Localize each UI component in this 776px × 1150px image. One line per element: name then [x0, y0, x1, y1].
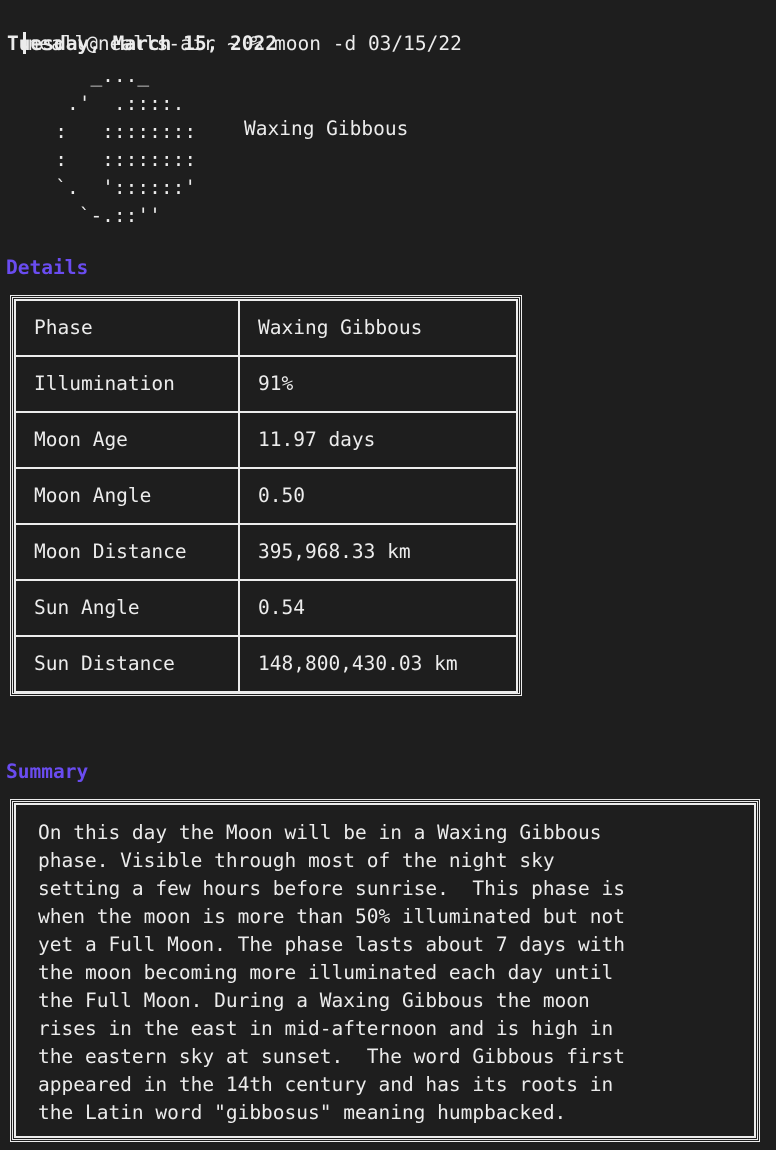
row-value: 148,800,430.03 km	[238, 635, 518, 693]
table-row: Phase Waxing Gibbous	[14, 299, 518, 357]
row-value: 11.97 days	[238, 411, 518, 469]
summary-box: On this day the Moon will be in a Waxing…	[10, 799, 760, 1142]
summary-line: On this day the Moon will be in a Waxing…	[38, 821, 602, 844]
table-row: Moon Age 11.97 days	[14, 411, 518, 469]
summary-line: appeared in the 14th century and has its…	[38, 1073, 614, 1096]
table-row: Moon Angle 0.50	[14, 467, 518, 525]
summary-heading: Summary	[6, 760, 89, 783]
row-value: Waxing Gibbous	[238, 299, 518, 357]
row-value: 0.54	[238, 579, 518, 637]
row-value: 0.50	[238, 467, 518, 525]
moon-ascii-art: _..._ .' .::::. : :::::::: : :::::::: `.…	[55, 64, 197, 227]
row-label: Moon Age	[14, 411, 240, 469]
row-value: 395,968.33 km	[238, 523, 518, 581]
summary-line: when the moon is more than 50% illuminat…	[38, 905, 625, 928]
table-row: Sun Angle 0.54	[14, 579, 518, 637]
row-value: 91%	[238, 355, 518, 413]
row-label: Illumination	[14, 355, 240, 413]
table-row: Sun Distance 148,800,430.03 km	[14, 635, 518, 693]
summary-text: On this day the Moon will be in a Waxing…	[14, 803, 756, 1138]
table-row: Illumination 91%	[14, 355, 518, 413]
summary-line: setting a few hours before sunrise. This…	[38, 877, 625, 900]
phase-label: Waxing Gibbous	[244, 117, 409, 140]
details-heading: Details	[6, 256, 89, 279]
row-label: Sun Distance	[14, 635, 240, 693]
summary-line: the Full Moon. During a Waxing Gibbous t…	[38, 989, 590, 1012]
summary-line: yet a Full Moon. The phase lasts about 7…	[38, 933, 625, 956]
row-label: Moon Distance	[14, 523, 240, 581]
summary-line: the Latin word "gibbosus" meaning humpba…	[38, 1101, 567, 1124]
row-label: Phase	[14, 299, 240, 357]
row-label: Sun Angle	[14, 579, 240, 637]
summary-line: rises in the east in mid-afternoon and i…	[38, 1017, 614, 1040]
table-row: Moon Distance 395,968.33 km	[14, 523, 518, 581]
summary-line: the moon becoming more illuminated each …	[38, 961, 614, 984]
summary-line: phase. Visible through most of the night…	[38, 849, 555, 872]
details-table: Phase Waxing Gibbous Illumination 91% Mo…	[10, 295, 522, 696]
date-line: Tuesday, March 15, 2022	[7, 32, 278, 55]
summary-line: the eastern sky at sunset. The word Gibb…	[38, 1045, 625, 1068]
row-label: Moon Angle	[14, 467, 240, 525]
